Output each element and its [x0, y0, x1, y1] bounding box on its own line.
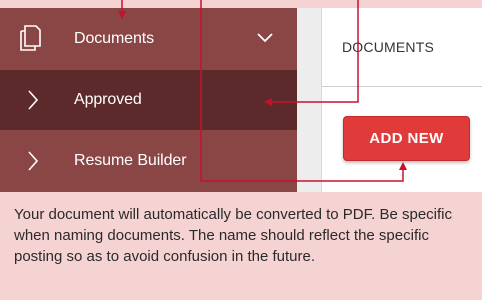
add-new-button[interactable]: ADD NEW	[343, 116, 470, 161]
callout-top-strip	[0, 0, 482, 8]
main-content: DOCUMENTS ADD NEW	[297, 8, 482, 192]
document-copy-icon	[20, 25, 41, 51]
sidebar-item-label: Documents	[74, 30, 155, 47]
sidebar-item-label: Resume Builder	[74, 152, 187, 169]
sidebar-item-resume-builder[interactable]: Resume Builder	[0, 130, 297, 192]
chevron-right-icon	[28, 151, 39, 171]
tab-documents[interactable]: DOCUMENTS	[342, 39, 434, 55]
chevron-down-icon[interactable]	[256, 32, 274, 44]
callout-text: Your document will automatically be conv…	[14, 206, 452, 265]
sidebar-item-label: Approved	[74, 91, 142, 108]
tab-divider	[322, 86, 482, 87]
sidebar-menu: Documents Approved Resume Builder	[0, 8, 297, 192]
screenshot-area: Documents Approved Resume Builder DOCUME…	[0, 8, 482, 192]
documents-panel: DOCUMENTS ADD NEW	[321, 8, 482, 192]
callout-note: Your document will automatically be conv…	[0, 192, 482, 300]
sidebar-item-approved[interactable]: Approved	[0, 70, 297, 130]
chevron-right-icon	[28, 90, 39, 110]
sidebar-item-documents[interactable]: Documents	[0, 8, 297, 70]
